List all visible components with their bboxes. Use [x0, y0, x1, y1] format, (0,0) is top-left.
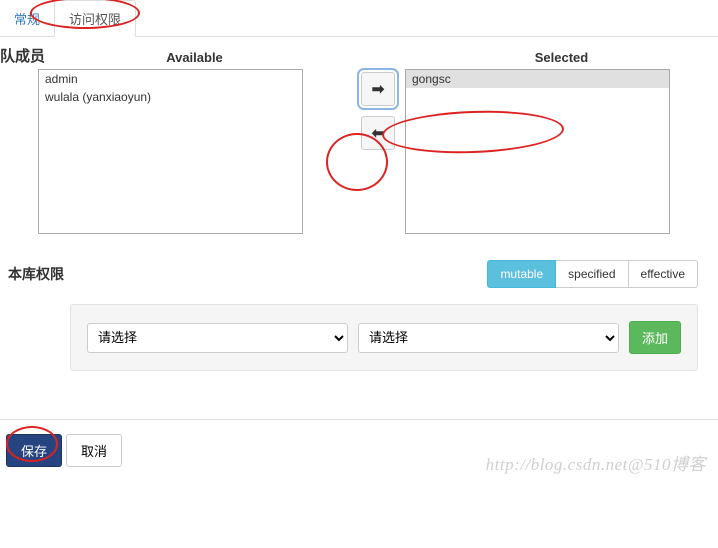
- permission-mode-group: mutable specified effective: [487, 260, 698, 288]
- cancel-button[interactable]: 取消: [66, 434, 122, 467]
- segment-effective[interactable]: effective: [629, 260, 698, 288]
- list-item[interactable]: wulala (yanxiaoyun): [39, 88, 302, 106]
- arrow-left-icon: ⬅: [372, 124, 385, 142]
- list-item[interactable]: gongsc: [406, 70, 669, 88]
- segment-specified[interactable]: specified: [556, 260, 628, 288]
- permission-add-panel: 请选择 请选择 添加: [70, 304, 698, 371]
- permissions-heading: 本库权限: [8, 264, 64, 284]
- segment-mutable[interactable]: mutable: [487, 260, 556, 288]
- available-label: Available: [38, 50, 351, 69]
- permission-select-1[interactable]: 请选择: [87, 323, 348, 353]
- tab-general[interactable]: 常规: [0, 1, 54, 36]
- add-permission-button[interactable]: 添加: [629, 321, 681, 354]
- selected-listbox[interactable]: gongsc: [405, 69, 670, 234]
- selected-label: Selected: [405, 50, 718, 69]
- available-listbox[interactable]: admin wulala (yanxiaoyun): [38, 69, 303, 234]
- list-item[interactable]: admin: [39, 70, 302, 88]
- save-button[interactable]: 保存: [6, 434, 62, 467]
- tab-access[interactable]: 访问权限: [54, 0, 136, 37]
- move-right-button[interactable]: ➡: [361, 72, 395, 106]
- permission-select-2[interactable]: 请选择: [358, 323, 619, 353]
- arrow-right-icon: ➡: [372, 80, 385, 98]
- move-left-button[interactable]: ⬅: [361, 116, 395, 150]
